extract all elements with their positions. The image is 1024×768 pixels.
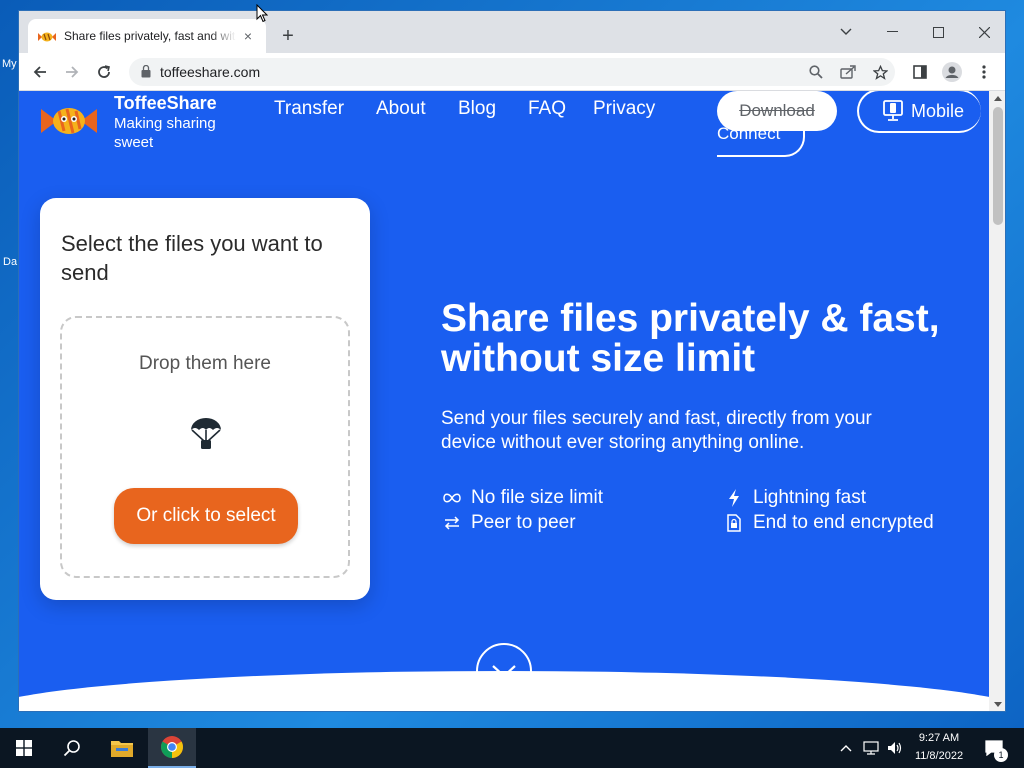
windows-logo-icon [16, 740, 32, 756]
page-scrollbar[interactable] [989, 91, 1005, 711]
upload-card-title: Select the files you want to send [61, 231, 323, 285]
web-page: ToffeeShare Making sharing sweet Transfe… [19, 91, 989, 711]
toffee-favicon-icon [38, 30, 56, 42]
side-panel-icon [913, 65, 927, 79]
profile-button[interactable] [941, 61, 963, 83]
network-button[interactable] [860, 728, 882, 768]
desktop-icon-label[interactable]: My [2, 58, 17, 70]
folder-icon [111, 741, 133, 757]
forward-arrow-icon [66, 66, 79, 78]
minimize-icon [886, 31, 898, 32]
chrome-icon [161, 736, 183, 758]
parachute-icon [191, 418, 221, 449]
taskbar: 9:27 AM 11/8/2022 1 [0, 728, 1024, 768]
select-files-button[interactable]: Or click to select [114, 488, 298, 544]
url-text[interactable]: toffeeshare.com [160, 64, 260, 80]
drop-text: Drop them here [138, 353, 271, 374]
lock-icon [141, 65, 151, 78]
feature-item: No file size limit [441, 487, 603, 509]
bookmark-star-icon[interactable] [871, 63, 889, 81]
nav-about[interactable]: About [376, 98, 426, 120]
feature-label: Peer to peer [471, 512, 576, 533]
maximize-icon [932, 26, 944, 38]
toffee-logo-icon[interactable] [39, 101, 99, 141]
upload-card: Select the files you want to send Drop t… [40, 198, 370, 600]
close-tab-icon[interactable]: × [240, 28, 256, 44]
scrollbar-thumb[interactable] [993, 107, 1003, 225]
share-icon[interactable] [839, 63, 857, 81]
forward-button[interactable] [61, 61, 83, 83]
search-button[interactable] [48, 728, 96, 768]
chevron-down-icon [492, 665, 516, 678]
chrome-taskbar-button[interactable] [148, 728, 196, 768]
close-icon [978, 26, 990, 38]
clock-date[interactable]: 11/8/2022 [908, 750, 970, 762]
chevron-down-icon [840, 28, 852, 35]
tab-title: Share files privately, fast and without … [64, 29, 236, 43]
feature-item: End to end encrypted [723, 512, 934, 534]
zoom-search-icon[interactable] [807, 63, 825, 81]
feature-item: Lightning fast [723, 487, 866, 509]
kebab-menu-icon [982, 65, 986, 79]
lock-file-icon [723, 514, 745, 532]
file-dropzone[interactable]: Drop them here Or click to select [60, 316, 350, 578]
reload-button[interactable] [93, 61, 115, 83]
chevron-up-icon [840, 745, 852, 752]
feature-label: Lightning fast [753, 487, 867, 508]
tab-bar: Share files privately, fast and without … [19, 11, 1005, 53]
hero-title: Share files privately & fast, without si… [441, 297, 940, 380]
notifications-button[interactable]: 1 [978, 728, 1010, 768]
address-bar[interactable]: toffeeshare.com [129, 58, 895, 86]
desktop-icon-label[interactable]: Da [3, 256, 17, 268]
network-icon [863, 741, 879, 755]
scroll-up-arrow-icon[interactable] [994, 96, 1002, 101]
browser-toolbar: toffeeshare.com [19, 53, 1005, 91]
mouse-cursor-icon [256, 4, 268, 23]
show-hidden-icons-button[interactable] [836, 728, 856, 768]
notification-count-badge: 1 [994, 748, 1008, 762]
browser-window: Share files privately, fast and without … [18, 10, 1006, 712]
back-arrow-icon [33, 66, 46, 78]
reload-icon [98, 65, 110, 78]
feature-label: No file size limit [471, 487, 603, 508]
mobile-button-label: Mobile [911, 100, 965, 121]
menu-button[interactable] [973, 61, 995, 83]
speaker-icon [888, 742, 902, 754]
monitor-phone-icon [883, 100, 903, 121]
nav-transfer[interactable]: Transfer [274, 98, 344, 120]
hero-subtitle: Send your files securely and fast, direc… [441, 408, 872, 453]
new-tab-button[interactable]: + [277, 25, 299, 47]
scroll-down-button[interactable] [476, 643, 532, 699]
brand-name[interactable]: ToffeeShare [114, 93, 217, 114]
minimize-button[interactable] [869, 17, 915, 47]
feature-item: Peer to peer [441, 512, 576, 534]
nav-privacy[interactable]: Privacy [593, 98, 655, 120]
nav-blog[interactable]: Blog [458, 98, 496, 120]
side-panel-button[interactable] [909, 61, 931, 83]
mobile-button[interactable]: Mobile [857, 91, 981, 133]
clock-time[interactable]: 9:27 AM [908, 732, 970, 744]
file-explorer-button[interactable] [98, 728, 146, 768]
lightning-icon [723, 489, 745, 507]
avatar-icon [942, 62, 962, 82]
feature-label: End to end encrypted [753, 512, 934, 533]
search-icon [63, 740, 80, 757]
close-window-button[interactable] [961, 17, 1005, 47]
nav-faq[interactable]: FAQ [528, 98, 566, 120]
scroll-down-arrow-icon[interactable] [994, 702, 1002, 707]
brand-tagline: Making sharing sweet [114, 115, 216, 151]
start-button[interactable] [0, 728, 48, 768]
maximize-button[interactable] [915, 17, 961, 47]
swap-arrows-icon [441, 514, 463, 532]
download-button[interactable]: Download [717, 91, 837, 131]
back-button[interactable] [29, 61, 51, 83]
tab-search-button[interactable] [823, 17, 869, 47]
browser-tab[interactable]: Share files privately, fast and without … [28, 19, 266, 53]
volume-button[interactable] [884, 728, 906, 768]
infinity-icon [441, 489, 463, 507]
